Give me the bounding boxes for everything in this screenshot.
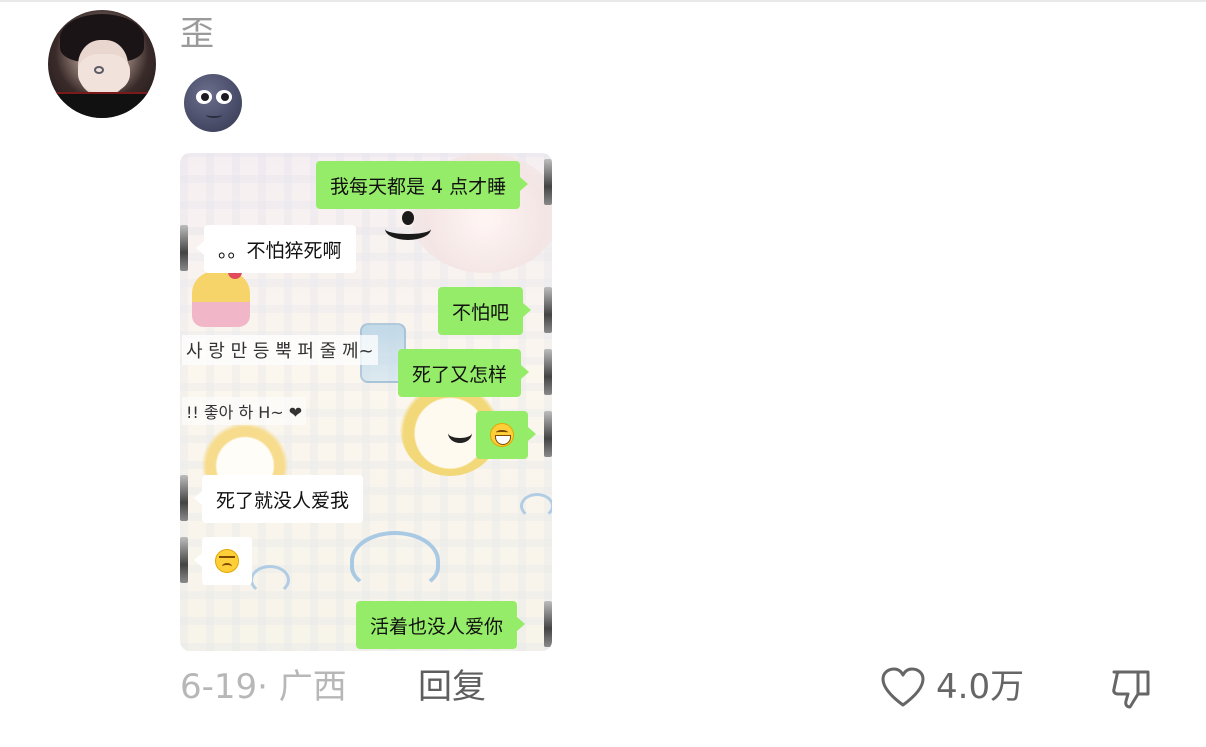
username[interactable]: 歪 xyxy=(180,14,214,54)
avatar xyxy=(180,225,188,271)
divider xyxy=(0,0,1206,2)
decor-text: 사 랑 만 등 뿍 퍼 줄 께~ xyxy=(182,335,378,365)
avatar xyxy=(544,159,552,205)
chat-bubble-outgoing: 死了又怎样 xyxy=(398,349,530,397)
moon-face-icon xyxy=(184,74,242,132)
chat-bubble-outgoing: 活着也没人爱你 xyxy=(356,601,526,649)
chat-bubble-incoming: 。。不怕猝死啊 xyxy=(196,225,356,273)
avatar xyxy=(544,349,552,395)
reply-button[interactable]: 回复 xyxy=(418,664,486,710)
avatar xyxy=(544,287,552,333)
chat-bubble-incoming: 死了就没人爱我 xyxy=(193,475,364,523)
sad-face-icon xyxy=(215,549,239,573)
chat-bubble-outgoing: 不怕吧 xyxy=(438,287,532,335)
like-count: 4.0万 xyxy=(936,667,1025,707)
thumbs-down-icon[interactable] xyxy=(1108,664,1154,710)
avatar[interactable] xyxy=(48,10,156,118)
grinning-face-icon xyxy=(490,423,514,447)
decor-text: !! 좋아 하 H~ ❤ xyxy=(182,397,307,425)
comment-meta: 6-19· 广西 xyxy=(180,667,347,707)
like-button[interactable]: 4.0万 xyxy=(880,664,1024,710)
chat-bubble-outgoing xyxy=(476,411,536,459)
chat-bubble-incoming xyxy=(194,537,252,585)
avatar xyxy=(544,411,552,457)
chat-screenshot-image[interactable]: 사 랑 만 등 뿍 퍼 줄 께~ !! 좋아 하 H~ ❤ 我每天都是 4 点才… xyxy=(180,153,552,651)
heart-outline-icon xyxy=(881,667,925,707)
avatar xyxy=(544,601,552,647)
avatar xyxy=(180,475,188,521)
avatar xyxy=(180,537,188,583)
chat-bubble-outgoing: 我每天都是 4 点才睡 xyxy=(316,161,529,209)
